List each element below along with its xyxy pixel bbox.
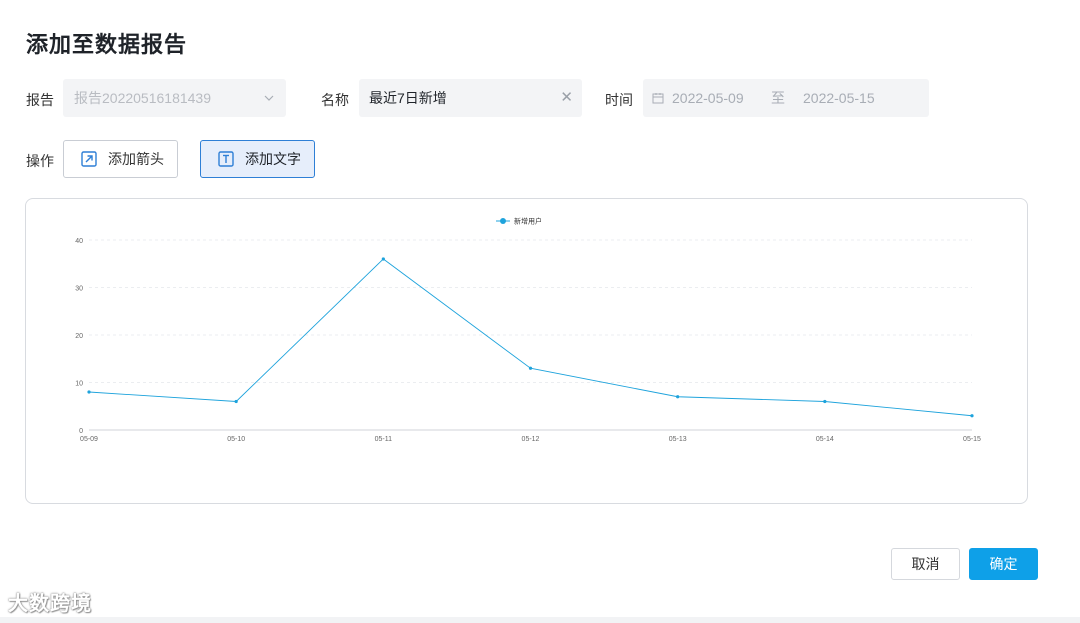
text-icon [218,151,234,167]
confirm-button[interactable]: 确定 [969,548,1038,580]
name-input[interactable]: 最近7日新增 ✕ [359,79,582,117]
data-point [970,414,974,418]
report-select[interactable]: 报告20220516181439 [63,79,286,117]
y-tick-label: 40 [75,238,83,245]
date-range-picker[interactable]: 2022-05-09 至 2022-05-15 [643,79,929,117]
x-tick-label: 05-12 [522,436,540,443]
calendar-icon [652,93,664,104]
date-start[interactable]: 2022-05-09 [672,79,744,117]
arrow-up-right-icon [81,151,97,167]
chart-panel: 0 10 20 30 40 05-09 05-10 05-11 05-12 05-13 05-14 0… [25,198,1028,504]
chevron-down-icon [264,95,274,101]
series-line [88,258,973,417]
y-tick-label: 10 [75,381,83,388]
dialog-title: 添加至数据报告 [26,32,188,57]
y-tick-label: 30 [75,286,83,293]
x-tick-label: 05-13 [669,436,687,443]
legend-label: 新增用户 [514,217,542,226]
add-arrow-button[interactable]: 添加箭头 [63,140,178,178]
data-point [823,399,827,404]
time-label: 时间 [605,92,633,108]
report-select-value: 报告20220516181439 [74,90,212,106]
close-icon[interactable]: ✕ [560,79,573,117]
watermark-logo: 大数跨境 [8,593,92,615]
y-tick-label: 20 [75,333,83,340]
name-input-value: 最近7日新增 [369,90,447,106]
date-separator: 至 [771,90,785,106]
x-tick-label: 05-11 [375,436,392,443]
x-tick-label: 05-10 [227,436,245,443]
data-point [528,366,533,370]
x-tick-label: 05-14 [816,436,834,443]
legend-marker [500,218,506,224]
background-strip [0,617,1080,623]
y-tick-label: 0 [79,428,83,435]
add-text-button[interactable]: 添加文字 [200,140,315,178]
add-to-report-dialog: 添加至数据报告 报告 报告20220516181439 名称 最近7日新增 ✕ … [0,0,1080,623]
cancel-button[interactable]: 取消 [891,548,960,580]
report-label: 报告 [26,92,54,108]
operation-label: 操作 [26,153,54,169]
data-point [676,395,680,399]
x-tick-label: 05-15 [963,436,981,443]
data-point [234,399,238,404]
add-arrow-label: 添加箭头 [108,151,164,167]
name-label: 名称 [321,92,349,108]
add-text-label: 添加文字 [245,151,301,167]
data-point [87,390,91,394]
date-end[interactable]: 2022-05-15 [803,79,875,117]
x-tick-label: 05-09 [80,436,98,443]
line-chart: 0 10 20 30 40 05-09 05-10 05-11 05-12 05-13 05-14 0… [75,217,981,444]
data-point [381,257,385,261]
